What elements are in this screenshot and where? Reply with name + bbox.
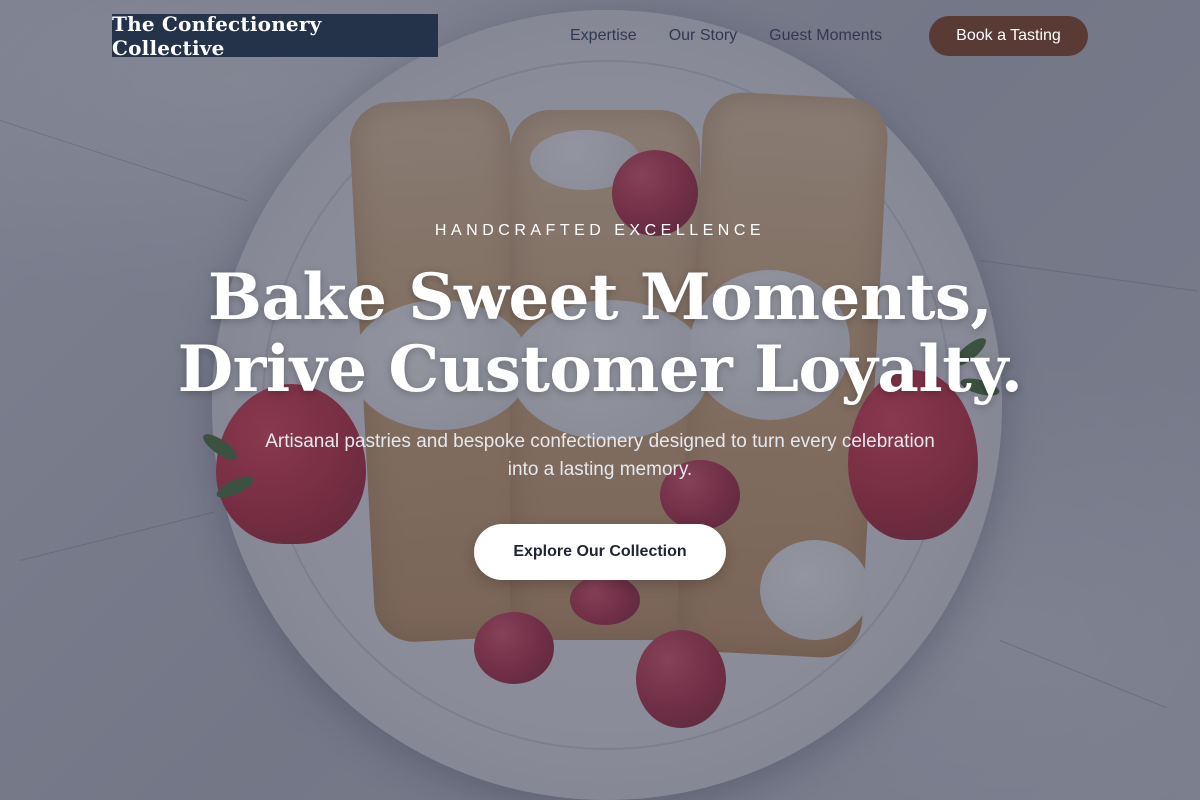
main-nav: Expertise Our Story Guest Moments bbox=[570, 24, 882, 48]
hero-headline-line-1: Bake Sweet Moments, bbox=[207, 260, 993, 335]
explore-collection-button[interactable]: Explore Our Collection bbox=[474, 524, 726, 580]
brand-logo[interactable]: The Confectionery Collective bbox=[112, 12, 438, 60]
hero-headline-line-2: Drive Customer Loyalty. bbox=[177, 332, 1023, 407]
hero-eyebrow: HANDCRAFTED EXCELLENCE bbox=[434, 222, 766, 239]
book-tasting-button[interactable]: Book a Tasting bbox=[929, 16, 1088, 56]
nav-link-expertise[interactable]: Expertise bbox=[570, 27, 637, 45]
hero-headline: Bake Sweet Moments, Drive Customer Loyal… bbox=[0, 262, 1200, 406]
site-header: The Confectionery Collective Expertise O… bbox=[0, 0, 1200, 72]
nav-link-our-story[interactable]: Our Story bbox=[669, 27, 737, 45]
nav-link-guest-moments[interactable]: Guest Moments bbox=[769, 27, 882, 45]
hero-subtext: Artisanal pastries and bespoke confectio… bbox=[265, 431, 935, 480]
